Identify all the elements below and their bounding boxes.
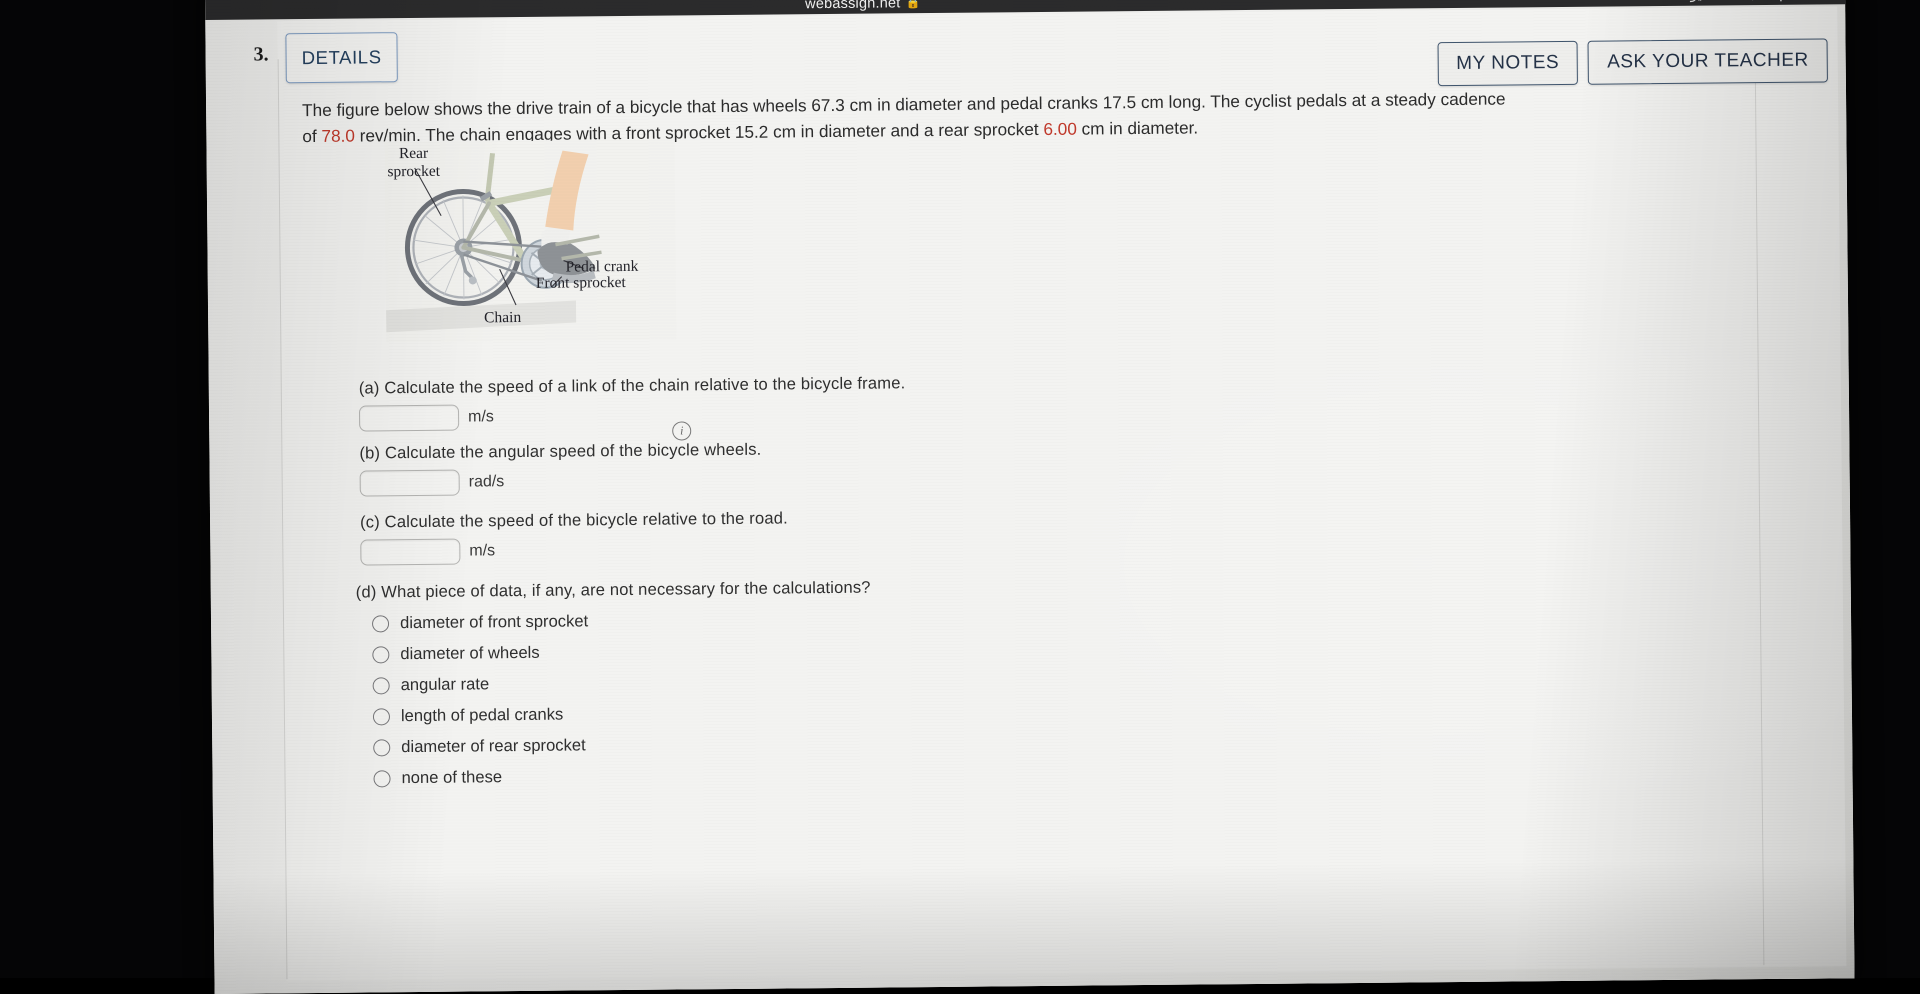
option-label-2: diameter of wheels <box>400 643 539 664</box>
radio-icon-none-of-these[interactable] <box>373 770 390 787</box>
option-row-3[interactable]: angular rate <box>373 664 1557 695</box>
part-c-input[interactable] <box>360 539 460 566</box>
option-row-2[interactable]: diameter of wheels <box>372 633 1556 664</box>
figure-label-front-sprocket: Front sprocket <box>536 274 626 293</box>
ask-your-teacher-button[interactable]: ASK YOUR TEACHER <box>1588 38 1828 84</box>
figure-label-chain: Chain <box>484 309 521 327</box>
rear-sprocket-value: 6.00 <box>1043 119 1077 139</box>
radio-icon-front-sprocket[interactable] <box>372 615 389 632</box>
part-a-input[interactable] <box>359 405 459 432</box>
bicycle-figure: Rear sprocket Pedal crank Front sprocket… <box>384 140 676 343</box>
rear-sprocket-line2: sprocket <box>387 163 440 181</box>
radio-icon-rear-sprocket[interactable] <box>373 739 390 756</box>
option-row-5[interactable]: diameter of rear sprocket <box>373 726 1557 757</box>
url-text: webassign.net <box>805 0 900 12</box>
part-c-unit: m/s <box>469 542 495 560</box>
radio-icon-pedal-cranks[interactable] <box>373 708 390 725</box>
question-part-d: (d) What piece of data, if any, are not … <box>356 571 1558 789</box>
details-button[interactable]: DETAILS <box>285 32 397 83</box>
rear-sprocket-line1: Rear <box>399 145 428 162</box>
option-label-1: diameter of front sprocket <box>400 611 588 633</box>
lock-icon: 🔒 <box>905 0 920 9</box>
part-b-unit: rad/s <box>469 473 505 491</box>
my-notes-button[interactable]: MY NOTES <box>1437 41 1578 86</box>
statement-part-3: cm in diameter. <box>1077 117 1198 138</box>
option-row-1[interactable]: diameter of front sprocket <box>372 602 1556 633</box>
status-bar-clock: ‎5:47 م السبت 13 مايو <box>1690 0 1819 3</box>
webassign-page: 3. DETAILS MY NOTES ASK YOUR TEACHER The… <box>205 4 1854 994</box>
option-label-6: none of these <box>401 767 502 788</box>
radio-icon-angular-rate[interactable] <box>373 677 390 694</box>
address-bar[interactable]: webassign.net 🔒 <box>805 0 921 12</box>
part-a-unit: m/s <box>468 408 494 426</box>
option-label-3: angular rate <box>401 674 490 695</box>
question-action-buttons: MY NOTES ASK YOUR TEACHER <box>1437 38 1828 86</box>
part-b-input[interactable] <box>360 470 460 497</box>
option-label-4: length of pedal cranks <box>401 705 564 727</box>
device-screen: ••• webassign.net🔒 ‎5:47 م السبت 13 مايو… <box>205 0 1855 994</box>
question-number: 3. <box>253 43 268 66</box>
option-row-4[interactable]: length of pedal cranks <box>373 695 1557 726</box>
figure-label-rear-sprocket: Rear sprocket <box>378 145 448 182</box>
radio-icon-wheels[interactable] <box>372 646 389 663</box>
cadence-value: 78.0 <box>321 126 355 146</box>
photographed-screen: ••• webassign.net🔒 ‎5:47 م السبت 13 مايو… <box>0 0 1920 978</box>
option-label-5: diameter of rear sprocket <box>401 735 586 757</box>
